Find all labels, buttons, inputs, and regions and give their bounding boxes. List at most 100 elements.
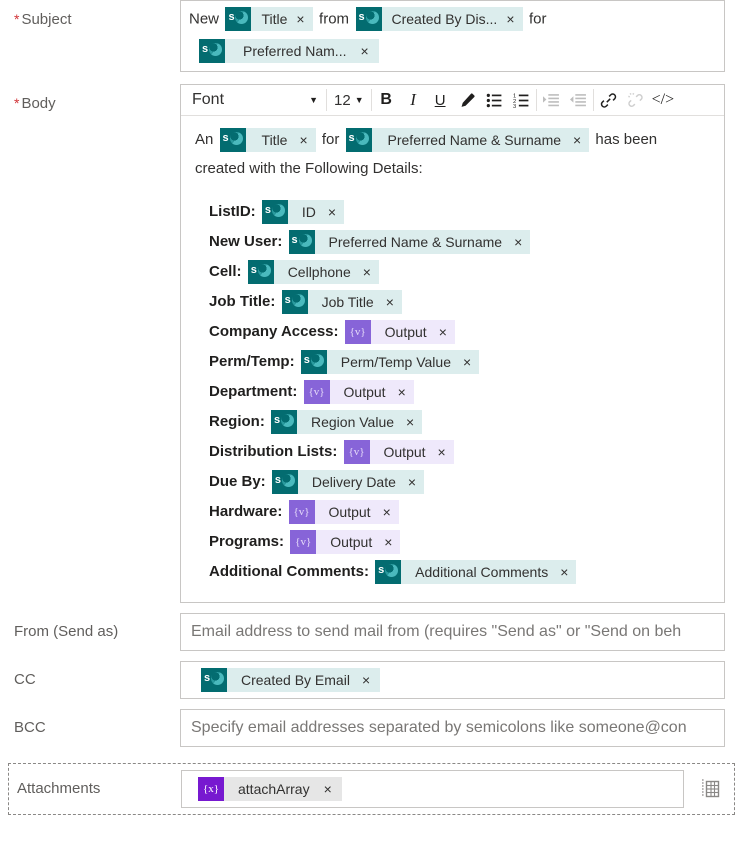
token-created-by-email[interactable]: s Created By Email ×: [201, 668, 381, 693]
required-asterisk: *: [14, 95, 20, 111]
remove-token-icon[interactable]: ×: [438, 445, 446, 459]
sharepoint-icon-swirl: [298, 234, 312, 248]
subject-field-row: * Subject New s Title × from s Created B…: [0, 0, 743, 76]
intro-mid-text: for: [321, 131, 340, 148]
font-family-select[interactable]: Font ▼: [183, 86, 325, 115]
remove-token-icon[interactable]: ×: [328, 205, 336, 219]
remove-token-icon[interactable]: ×: [398, 385, 406, 399]
token-label: Title: [261, 132, 288, 148]
link-icon: [600, 92, 616, 108]
sharepoint-icon-swirl: [355, 132, 369, 145]
token-preferred-name-surname[interactable]: s Preferred Name & Surname ×: [288, 230, 531, 255]
bcc-input[interactable]: Specify email addresses separated by sem…: [180, 709, 725, 748]
font-size-value: 12: [334, 91, 351, 109]
remove-token-icon[interactable]: ×: [386, 295, 394, 309]
code-view-button[interactable]: </>: [649, 86, 678, 115]
token-created-by-display-name[interactable]: s Created By Dis... ×: [355, 7, 523, 31]
token-title[interactable]: s Title ×: [219, 128, 316, 152]
variable-icon-glyph: {v}: [348, 446, 365, 459]
token-preferred-name[interactable]: s Preferred Nam... ×: [199, 39, 379, 63]
remove-token-icon[interactable]: ×: [362, 673, 370, 687]
sharepoint-icon-swirl: [310, 354, 324, 368]
numbered-list-button[interactable]: 1 2 3: [508, 86, 535, 115]
from-input[interactable]: Email address to send mail from (require…: [180, 613, 725, 652]
token-label: Output: [328, 504, 371, 521]
cc-input[interactable]: s Created By Email ×: [180, 661, 725, 700]
sharepoint-icon-swirl: [281, 474, 295, 488]
sharepoint-icon: s: [271, 470, 298, 495]
bulleted-list-button[interactable]: [481, 86, 508, 115]
remove-token-icon[interactable]: ×: [573, 133, 581, 147]
variable-icon-glyph: {v}: [349, 326, 366, 339]
sharepoint-icon-swirl: [209, 43, 222, 56]
remove-token-icon[interactable]: ×: [299, 133, 307, 147]
remove-token-icon[interactable]: ×: [506, 12, 514, 26]
token-label: attachArray: [238, 781, 310, 798]
bold-button[interactable]: B: [373, 86, 400, 115]
token-cellphone[interactable]: s Cellphone ×: [247, 260, 379, 285]
text-color-button[interactable]: [454, 86, 481, 115]
unlink-button[interactable]: [622, 86, 649, 115]
sharepoint-icon: s: [355, 7, 382, 31]
from-label-text: From (Send as): [14, 623, 119, 641]
token-attach-array[interactable]: {x} attachArray ×: [198, 777, 342, 802]
remove-token-icon[interactable]: ×: [406, 415, 414, 429]
remove-token-icon[interactable]: ×: [463, 355, 471, 369]
token-output[interactable]: {v} Output ×: [343, 440, 454, 465]
token-body: ID ×: [287, 200, 345, 225]
remove-token-icon[interactable]: ×: [514, 235, 522, 249]
remove-token-icon[interactable]: ×: [560, 565, 568, 579]
indent-button[interactable]: [538, 86, 565, 115]
token-title[interactable]: s Title ×: [225, 7, 313, 31]
italic-button[interactable]: I: [400, 86, 427, 115]
outdent-button[interactable]: [565, 86, 592, 115]
body-detail-row: New User: s Preferred Name & Surname ×: [195, 228, 710, 256]
token-output[interactable]: {v} Output ×: [303, 380, 414, 405]
sharepoint-icon-letter: s: [202, 43, 209, 55]
token-label: Output: [343, 384, 386, 401]
remove-token-icon[interactable]: ×: [324, 782, 332, 796]
remove-token-icon[interactable]: ×: [360, 44, 368, 58]
token-region-value[interactable]: s Region Value ×: [271, 410, 423, 435]
token-additional-comments[interactable]: s Additional Comments ×: [375, 560, 577, 585]
token-job-title[interactable]: s Job Title ×: [281, 290, 402, 315]
sharepoint-icon-swirl: [281, 414, 294, 428]
token-delivery-date[interactable]: s Delivery Date ×: [271, 470, 425, 495]
intro-lead-text: An: [195, 131, 214, 148]
token-perm-temp-value[interactable]: s Perm/Temp Value ×: [300, 350, 480, 375]
remove-token-icon[interactable]: ×: [384, 535, 392, 549]
detail-label: Cell:: [209, 263, 242, 280]
detail-label: Perm/Temp:: [209, 353, 295, 370]
sharepoint-icon: s: [300, 350, 327, 375]
bold-icon: B: [380, 91, 392, 108]
body-rich-text-editor[interactable]: Font ▼ 12 ▼ B I U 1 2 3 </> An s Title ×…: [180, 84, 725, 604]
sharepoint-icon-letter: s: [222, 132, 229, 144]
remove-token-icon[interactable]: ×: [296, 12, 304, 26]
token-label: Created By Dis...: [391, 11, 498, 27]
body-content-area[interactable]: An s Title × for s Preferred Name & Surn…: [181, 116, 724, 602]
token-output[interactable]: {v} Output ×: [344, 320, 455, 345]
required-asterisk: *: [14, 11, 20, 27]
remove-token-icon[interactable]: ×: [408, 475, 416, 489]
link-button[interactable]: [595, 86, 622, 115]
table-view-icon[interactable]: [694, 773, 726, 805]
cc-label: CC: [0, 661, 180, 690]
underline-button[interactable]: U: [427, 86, 454, 115]
subject-input[interactable]: New s Title × from s Created By Dis... ×…: [180, 0, 725, 72]
subject-text-for: for: [528, 10, 547, 28]
font-size-select[interactable]: 12 ▼: [328, 86, 370, 115]
detail-label: Due By:: [209, 473, 266, 490]
remove-token-icon[interactable]: ×: [363, 265, 371, 279]
remove-token-icon[interactable]: ×: [383, 505, 391, 519]
sharepoint-icon-letter: s: [378, 564, 385, 577]
sharepoint-icon: s: [281, 290, 308, 315]
token-label: Output: [384, 324, 427, 341]
token-label: Title: [261, 11, 288, 27]
token-output[interactable]: {v} Output ×: [290, 530, 401, 555]
token-output[interactable]: {v} Output ×: [288, 500, 399, 525]
token-id[interactable]: s ID ×: [261, 200, 345, 225]
remove-token-icon[interactable]: ×: [439, 325, 447, 339]
token-preferred-name-surname[interactable]: s Preferred Name & Surname ×: [345, 128, 590, 152]
sharepoint-icon-swirl: [229, 132, 243, 145]
attachments-input[interactable]: {x} attachArray ×: [181, 770, 684, 809]
